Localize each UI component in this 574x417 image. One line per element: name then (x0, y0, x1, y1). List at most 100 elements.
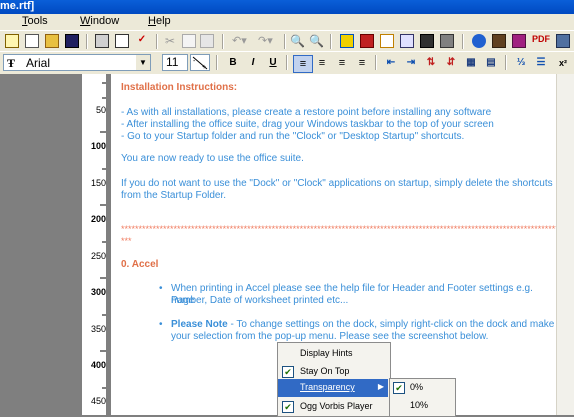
paste-icon[interactable] (200, 34, 214, 48)
toolbar-separator (284, 34, 286, 49)
globe-icon[interactable] (472, 34, 486, 48)
print-icon[interactable] (95, 34, 109, 48)
align-left-button[interactable]: ≡ (293, 55, 313, 73)
menu-item-label: Stay On Top (300, 366, 350, 376)
doc-line: from the Startup Folder. (121, 190, 227, 201)
underline-button[interactable]: U (264, 55, 282, 71)
menu-bar: Tools Window Help (0, 14, 574, 30)
line-spacing-button[interactable]: ⇅ (422, 55, 440, 71)
decrease-indent-button[interactable]: ⇤ (382, 55, 400, 71)
truetype-icon: Ŧ (7, 56, 16, 70)
zoom-in-icon[interactable]: 🔍 (290, 34, 305, 48)
toolbar-separator (86, 34, 88, 49)
bold-button[interactable]: B (224, 55, 242, 71)
zoom-out-icon[interactable]: 🔍 (309, 34, 324, 48)
email-icon[interactable] (556, 34, 570, 48)
chevron-down-icon[interactable]: ▼ (136, 55, 150, 70)
format-toolbar: Ŧ Arial ▼ 11 - + B I U ≡ ≡ ≡ ≡ ⇤ ⇥ ⇅ ⇵ ▦… (0, 51, 574, 74)
ruler-label: 100 (90, 141, 106, 151)
align-center-button[interactable]: ≡ (313, 55, 331, 71)
ruler-label: 150 (90, 178, 106, 188)
styles-button[interactable]: ▤ (482, 55, 500, 71)
vertical-ruler: 50 100 150 200 250 300 350 400 450 (0, 74, 108, 415)
menu-tools[interactable]: Tools (22, 15, 48, 27)
ruler-label: 250 (90, 251, 106, 261)
undo-icon[interactable]: ↶▾ (232, 34, 254, 48)
toolbar-separator (286, 55, 288, 70)
menu-item-label: Display Hints (300, 348, 353, 358)
toolbar-separator (375, 55, 377, 70)
align-right-button[interactable]: ≡ (333, 55, 351, 71)
toolbar-separator (216, 55, 218, 70)
color-icon[interactable] (512, 34, 526, 48)
ruler-label: 350 (90, 324, 106, 334)
vertical-scrollbar[interactable] (556, 74, 574, 415)
please-note-label: Please Note (171, 319, 228, 330)
increase-indent-button[interactable]: ⇥ (402, 55, 420, 71)
menu-item-label: Transparency (300, 382, 355, 392)
print-preview-icon[interactable] (115, 34, 129, 48)
open-folder-icon[interactable] (45, 34, 59, 48)
menu-window[interactable]: Window (80, 15, 119, 27)
hyperlink-icon[interactable] (380, 34, 394, 48)
menu-item-display-hints[interactable]: Display Hints (278, 345, 388, 363)
checkbox-checked-icon: ✔ (393, 382, 405, 394)
doc-line: number, Date of worksheet printed etc... (171, 295, 349, 306)
context-menu-screenshot: Display Hints ✔ Stay On Top Transparency… (277, 342, 391, 417)
transparency-submenu: ✔ 0% 10% (389, 378, 456, 417)
submenu-item-label: 10% (410, 400, 429, 410)
italic-button[interactable]: I (244, 55, 262, 71)
copy-icon[interactable] (182, 34, 196, 48)
doc-line: Please Note - To change settings on the … (171, 319, 554, 331)
toolbar-separator (462, 34, 464, 49)
install-heading: Installation Instructions: (121, 82, 238, 93)
submenu-item-0pct[interactable]: ✔ 0% (390, 379, 453, 397)
borders-button[interactable]: ▦ (462, 55, 480, 71)
spellcheck-icon[interactable]: ✓ (135, 34, 149, 48)
title-bar: me.rtf] (0, 0, 574, 14)
cut-icon[interactable]: ✂ (165, 34, 179, 48)
toolbar-separator (222, 34, 224, 49)
section-heading: 0. Accel (121, 259, 159, 270)
redo-icon[interactable]: ↷▾ (258, 34, 280, 48)
copy-doc-icon[interactable] (25, 34, 39, 48)
menu-help[interactable]: Help (148, 15, 171, 27)
bullet-icon: • (159, 319, 163, 330)
standard-toolbar: ✓ ✂ ↶▾ ↷▾ 🔍 🔍 PDF (0, 30, 574, 52)
doc-line: If you do not want to use the "Dock" or … (121, 178, 553, 189)
font-size-spinner[interactable]: - + (190, 54, 210, 71)
font-size-spin-icon: - + (192, 56, 208, 71)
ruler-label: 450 (90, 396, 106, 406)
window-title: me.rtf] (0, 0, 35, 12)
paragraph-spacing-button[interactable]: ⇵ (442, 55, 460, 71)
submenu-arrow-icon: ▶ (377, 382, 384, 391)
symbol-icon[interactable] (420, 34, 434, 48)
bullet-icon: • (159, 283, 163, 294)
new-icon[interactable] (5, 34, 19, 48)
bullet-list-button[interactable]: ☰ (532, 55, 550, 71)
submenu-item-10pct[interactable]: 10% (390, 397, 453, 415)
superscript-button[interactable]: x² (554, 55, 572, 71)
doc-text: - To change settings on the dock, simply… (227, 319, 555, 330)
font-name-select[interactable]: Ŧ Arial ▼ (3, 54, 151, 71)
ruler-label: 400 (90, 360, 106, 370)
export-icon[interactable] (492, 34, 506, 48)
menu-item-transparency[interactable]: Transparency ▶ (278, 379, 388, 397)
submenu-item-label: 0% (410, 382, 424, 392)
settings-icon[interactable] (440, 34, 454, 48)
separator-stars: *** (121, 236, 132, 246)
menu-item-ogg-vorbis-player[interactable]: ✔ Ogg Vorbis Player (278, 398, 388, 416)
svg-text:+: + (202, 64, 206, 70)
insert-image-icon[interactable] (360, 34, 374, 48)
ruler-label: 300 (90, 287, 106, 297)
checkbox-checked-icon: ✔ (282, 366, 294, 378)
toolbar-separator (330, 34, 332, 49)
find-icon[interactable] (340, 34, 354, 48)
table-icon[interactable] (400, 34, 414, 48)
font-size-input[interactable]: 11 (162, 54, 188, 71)
toolbar-separator (156, 34, 158, 49)
save-icon[interactable] (65, 34, 79, 48)
pdf-icon[interactable]: PDF (532, 34, 552, 48)
justify-button[interactable]: ≡ (353, 55, 371, 71)
numbered-list-button[interactable]: ⅓ (512, 55, 530, 71)
